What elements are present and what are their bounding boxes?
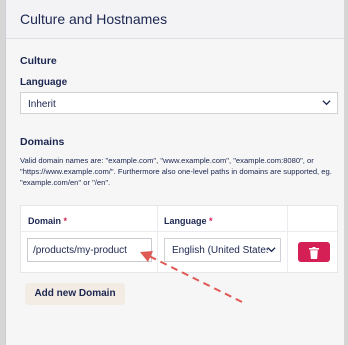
trash-icon [309, 246, 319, 264]
column-divider [287, 206, 288, 272]
domains-description: Valid domain names are: "example.com", "… [20, 156, 332, 187]
chevron-down-icon [322, 98, 331, 110]
domain-column-header: Domain * [28, 216, 67, 226]
domains-section-label: Domains [20, 136, 65, 148]
domain-input-value: /products/my-product [33, 245, 127, 256]
domains-table: Domain * Language * /products/my-product… [20, 205, 338, 273]
language-column-header: Language * [164, 216, 213, 226]
panel-header: Culture and Hostnames [6, 0, 344, 39]
culture-language-select[interactable]: Inherit [20, 92, 338, 114]
add-new-domain-button[interactable]: Add new Domain [25, 283, 125, 305]
chevron-down-icon [267, 245, 276, 257]
domain-language-value: English (United States) [172, 245, 268, 256]
language-label: Language [20, 77, 68, 88]
culture-language-value: Inherit [28, 99, 56, 110]
delete-domain-button[interactable] [298, 242, 330, 262]
culture-hostnames-panel: Culture and Hostnames Culture Language I… [5, 0, 344, 345]
language-column-label: Language [164, 216, 207, 226]
domain-language-select[interactable]: English (United States) [164, 238, 281, 262]
column-divider [157, 206, 158, 272]
required-mark: * [63, 216, 68, 226]
culture-section-label: Culture [20, 55, 57, 67]
domain-column-label: Domain [28, 216, 62, 226]
required-mark: * [209, 216, 213, 226]
panel-title: Culture and Hostnames [20, 11, 168, 27]
domain-input[interactable]: /products/my-product [27, 238, 152, 262]
row-divider [21, 231, 337, 232]
